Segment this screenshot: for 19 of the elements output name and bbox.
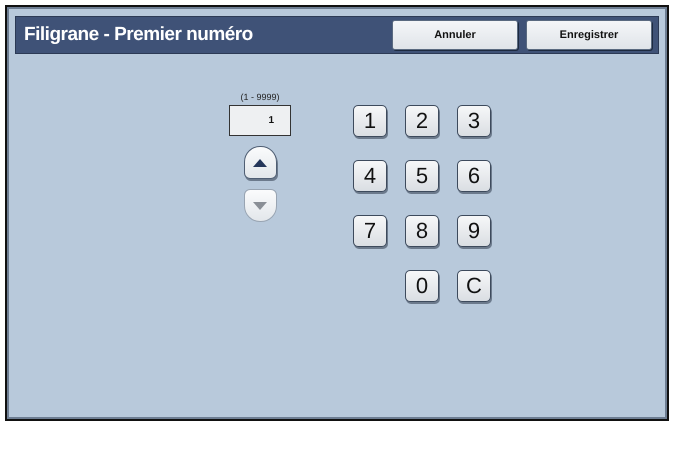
keypad-key[interactable]: 5 xyxy=(405,160,439,192)
triangle-up-icon xyxy=(253,158,267,166)
keypad-key[interactable]: 6 xyxy=(457,160,491,192)
keypad-key[interactable]: C xyxy=(457,270,491,302)
keypad-key[interactable]: 0 xyxy=(405,270,439,302)
cancel-button[interactable]: Annuler xyxy=(392,20,518,50)
range-label: (1 - 9999) xyxy=(240,92,280,102)
keypad-key[interactable]: 8 xyxy=(405,215,439,247)
save-button[interactable]: Enregistrer xyxy=(526,20,652,50)
keypad-key[interactable]: 7 xyxy=(353,215,387,247)
keypad-key[interactable]: 1 xyxy=(353,105,387,137)
keypad-key[interactable]: 2 xyxy=(405,105,439,137)
number-field[interactable]: 1 xyxy=(229,105,291,136)
keypad-key[interactable]: 4 xyxy=(353,160,387,192)
window-title: Filigrane - Premier numéro xyxy=(24,24,254,46)
triangle-down-icon xyxy=(253,202,267,210)
keypad-key[interactable]: 3 xyxy=(457,105,491,137)
increment-button[interactable] xyxy=(244,146,276,179)
keypad-key[interactable]: 9 xyxy=(457,215,491,247)
